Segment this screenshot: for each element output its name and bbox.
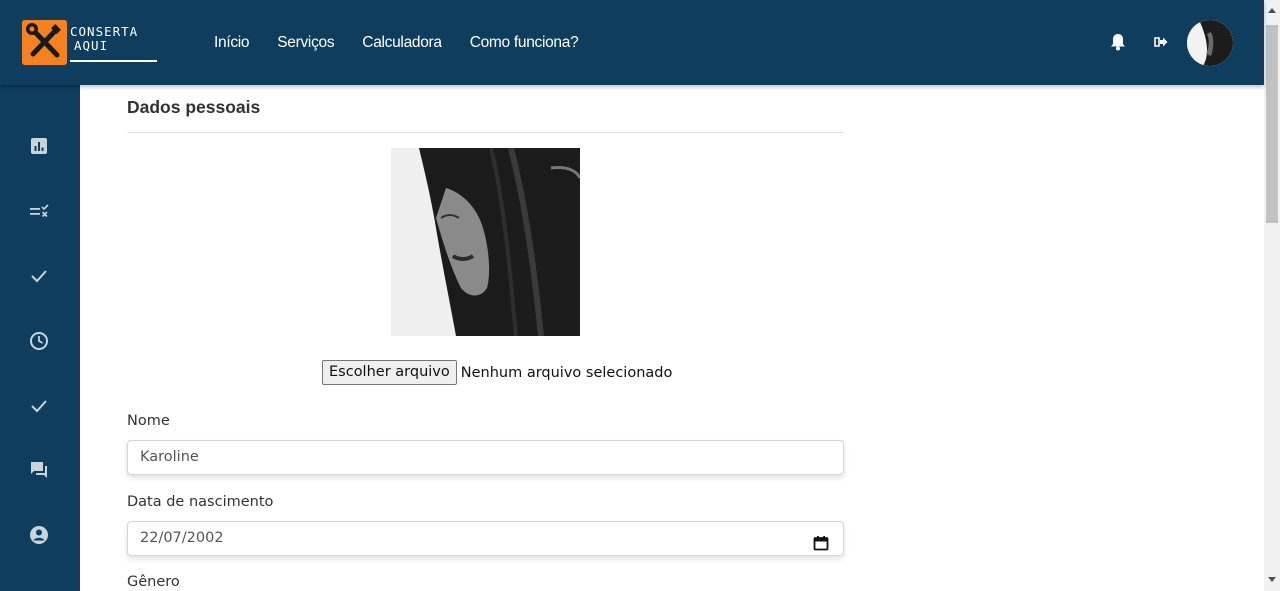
main-nav: Início Serviços Calculadora Como funcion… (214, 34, 579, 52)
check-icon[interactable] (28, 265, 50, 287)
dashboard-chart-icon[interactable] (28, 135, 50, 157)
birthdate-field[interactable]: 22/07/2002 (127, 521, 844, 556)
name-label: Nome (127, 413, 170, 429)
file-status: Nenhum arquivo selecionado (460, 364, 673, 381)
gender-label: Gênero (127, 574, 180, 590)
sidebar (0, 85, 80, 591)
file-upload: Escolher arquivo Nenhum arquivo selecion… (322, 360, 672, 385)
birthdate-value: 22/07/2002 (140, 530, 224, 546)
profile-photo (391, 148, 580, 336)
brand-underline (70, 60, 157, 62)
brand-name: CONSERTA AQUI (70, 24, 139, 53)
nav-como-funciona[interactable]: Como funciona? (470, 34, 579, 52)
chat-icon[interactable] (28, 459, 50, 481)
nav-inicio[interactable]: Início (214, 34, 250, 52)
top-navbar: CONSERTA AQUI Início Serviços Calculador… (0, 0, 1264, 85)
choose-file-button[interactable]: Escolher arquivo (322, 360, 457, 385)
user-avatar[interactable] (1187, 20, 1233, 66)
section-title: Dados pessoais (127, 97, 261, 117)
scroll-up-arrow[interactable] (1268, 8, 1276, 13)
nav-calculadora[interactable]: Calculadora (362, 34, 442, 52)
brand-logo[interactable]: CONSERTA AQUI (22, 20, 158, 66)
divider (127, 132, 844, 133)
check-icon[interactable] (28, 395, 50, 417)
name-field[interactable]: Karoline (127, 440, 844, 475)
scroll-down-arrow[interactable] (1268, 577, 1276, 582)
calendar-icon[interactable] (813, 531, 829, 551)
logout-icon[interactable] (1152, 32, 1170, 52)
birthdate-label: Data de nascimento (127, 494, 274, 510)
scrollbar[interactable] (1264, 0, 1280, 591)
tools-icon (22, 20, 67, 65)
bell-icon[interactable] (1109, 32, 1127, 52)
clock-icon[interactable] (28, 330, 50, 352)
nav-servicos[interactable]: Serviços (277, 34, 334, 52)
account-icon[interactable] (28, 524, 50, 546)
scroll-thumb[interactable] (1266, 25, 1278, 223)
task-list-icon[interactable] (28, 200, 50, 222)
